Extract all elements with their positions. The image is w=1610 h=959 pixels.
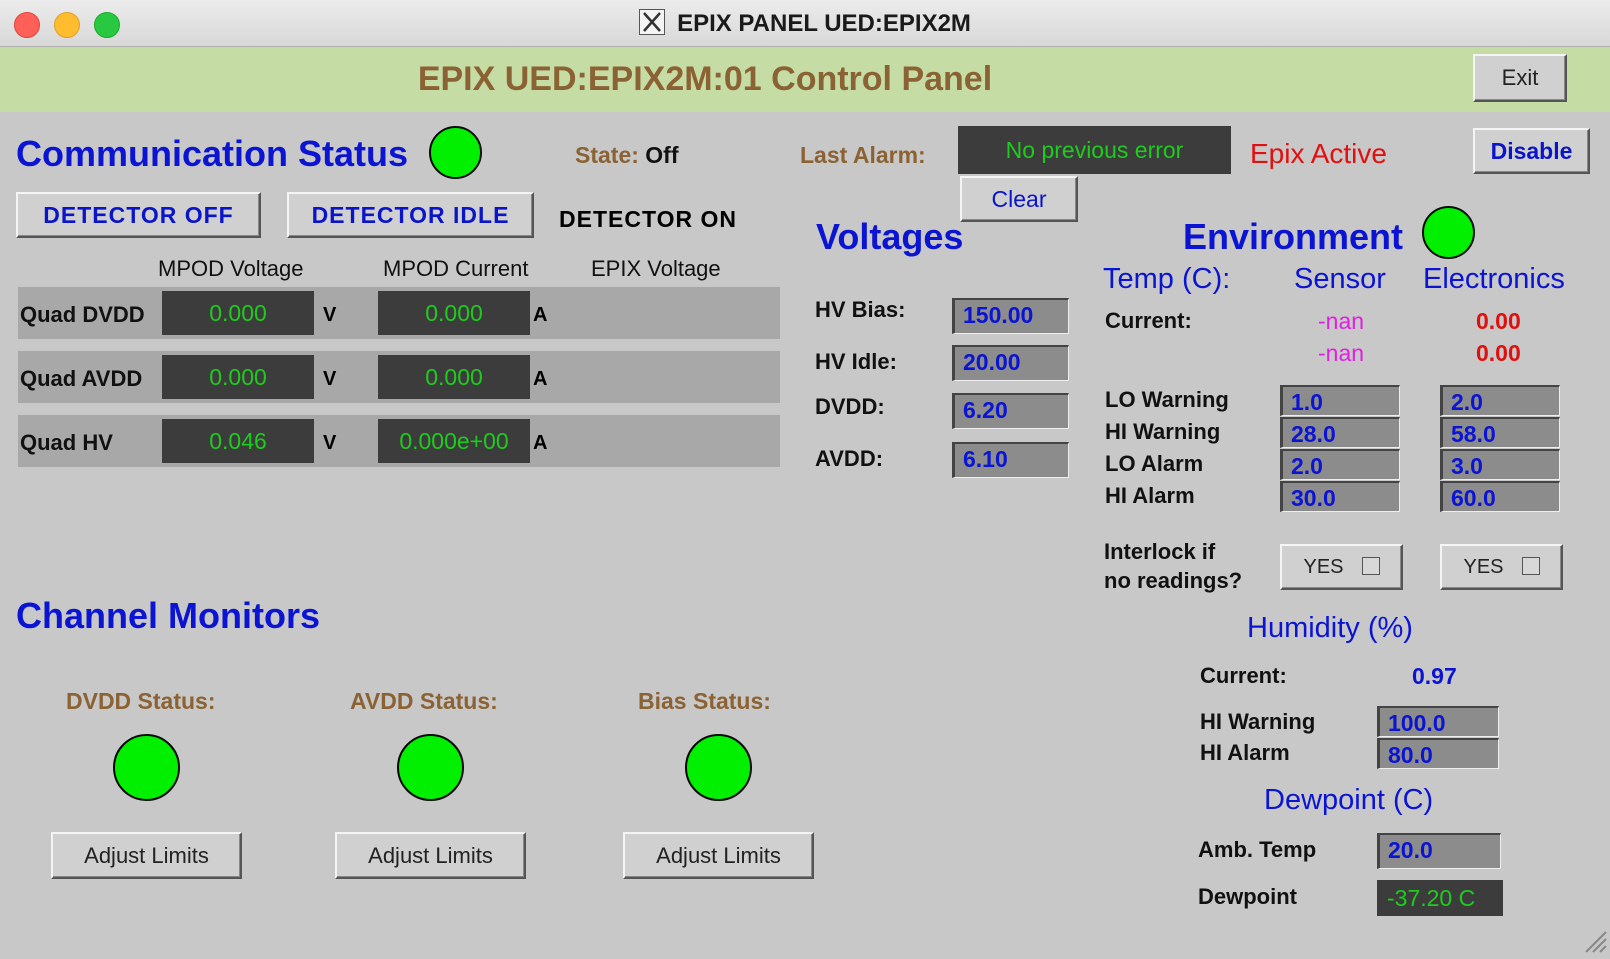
humidity-hi-alarm-label: HI Alarm	[1200, 740, 1290, 765]
bias-status-label: Bias Status:	[638, 688, 771, 714]
checkbox-icon	[1361, 557, 1380, 575]
dewpoint-readout: -37.20 C	[1377, 880, 1503, 916]
state-value: Off	[645, 142, 679, 168]
avdd-input[interactable]: 6.10	[952, 442, 1069, 478]
volt-unit: V	[323, 304, 337, 326]
amp-unit: A	[533, 432, 548, 454]
electronics-hi-warning-input[interactable]: 58.0	[1440, 417, 1560, 448]
bias-status-led	[685, 734, 752, 801]
amb-temp-label: Amb. Temp	[1198, 837, 1317, 862]
humidity-hi-alarm-input[interactable]: 80.0	[1377, 738, 1499, 769]
quad-hv-current-readout: 0.000e+00	[378, 419, 530, 463]
sensor-lo-alarm-input[interactable]: 2.0	[1280, 449, 1400, 480]
environment-status-led	[1422, 206, 1475, 259]
last-alarm-label: Last Alarm:	[800, 142, 926, 168]
dvdd-adjust-limits-button[interactable]: Adjust Limits	[51, 832, 242, 879]
quad-dvdd-voltage-readout: 0.000	[162, 291, 314, 335]
quad-avdd-voltage-readout: 0.000	[162, 355, 314, 399]
avdd-status-label: AVDD Status:	[350, 688, 498, 714]
lo-alarm-label: LO Alarm	[1105, 451, 1204, 476]
hv-idle-label: HV Idle:	[815, 349, 897, 374]
header-mpod-current: MPOD Current	[383, 256, 529, 281]
humidity-hi-warning-label: HI Warning	[1200, 709, 1316, 734]
epix-active-status: Epix Active	[1250, 138, 1387, 169]
header-epix-voltage: EPIX Voltage	[591, 256, 721, 281]
avdd-label: AVDD:	[815, 446, 884, 471]
electronics-lo-alarm-input[interactable]: 3.0	[1440, 449, 1560, 480]
checkbox-icon	[1521, 557, 1540, 575]
dvdd-label: DVDD:	[815, 394, 885, 419]
x11-icon	[639, 9, 666, 35]
channel-monitors-heading: Channel Monitors	[16, 595, 320, 636]
sensor-current-2: -nan	[1318, 340, 1365, 366]
sensor-hi-alarm-input[interactable]: 30.0	[1280, 481, 1400, 512]
sensor-lo-warning-input[interactable]: 1.0	[1280, 385, 1400, 416]
hv-bias-input[interactable]: 150.00	[952, 298, 1069, 334]
state-label-text: State:	[575, 142, 639, 168]
current-temp-label: Current:	[1105, 308, 1192, 333]
last-alarm-readout: No previous error	[958, 126, 1231, 174]
humidity-current-label: Current:	[1200, 663, 1287, 688]
amp-unit: A	[533, 304, 548, 326]
quad-avdd-current-readout: 0.000	[378, 355, 530, 399]
electronics-column-header: Electronics	[1423, 263, 1565, 295]
temp-label: Temp (C):	[1103, 263, 1231, 295]
dvdd-status-label: DVDD Status:	[66, 688, 216, 714]
bias-adjust-limits-button[interactable]: Adjust Limits	[623, 832, 814, 879]
electronics-interlock-label: YES	[1463, 556, 1504, 578]
electronics-hi-alarm-input[interactable]: 60.0	[1440, 481, 1560, 512]
row-label-quad-dvdd: Quad DVDD	[20, 302, 145, 327]
header-mpod-voltage: MPOD Voltage	[158, 256, 304, 281]
quad-hv-voltage-readout: 0.046	[162, 419, 314, 463]
amb-temp-input[interactable]: 20.0	[1377, 833, 1501, 869]
environment-heading: Environment	[1183, 216, 1404, 257]
window-title: EPIX PANEL UED:EPIX2M	[0, 0, 1610, 46]
avdd-status-led	[397, 734, 464, 801]
communication-status-heading: Communication Status	[16, 133, 409, 174]
volt-unit: V	[323, 432, 337, 454]
row-label-quad-hv: Quad HV	[20, 430, 113, 455]
hv-bias-label: HV Bias:	[815, 297, 906, 322]
interlock-label-line1: Interlock if	[1104, 539, 1216, 564]
sensor-column-header: Sensor	[1294, 263, 1386, 295]
window-title-text: EPIX PANEL UED:EPIX2M	[677, 10, 971, 37]
electronics-current-2: 0.00	[1476, 340, 1521, 366]
clear-alarm-button[interactable]: Clear	[960, 176, 1078, 222]
humidity-heading: Humidity (%)	[1247, 612, 1413, 644]
amp-unit: A	[533, 368, 548, 390]
dewpoint-heading: Dewpoint (C)	[1264, 784, 1434, 816]
sensor-current-1: -nan	[1318, 308, 1365, 334]
detector-off-button[interactable]: DETECTOR OFF	[16, 192, 261, 238]
communication-status-led	[429, 126, 482, 179]
sensor-interlock-toggle[interactable]: YES	[1280, 544, 1403, 590]
exit-button[interactable]: Exit	[1473, 54, 1567, 102]
state-label: State: Off	[575, 142, 679, 169]
panel-title: EPIX UED:EPIX2M:01 Control Panel	[417, 60, 993, 98]
lo-warning-label: LO Warning	[1105, 387, 1229, 412]
sensor-hi-warning-input[interactable]: 28.0	[1280, 417, 1400, 448]
dewpoint-label: Dewpoint	[1198, 884, 1297, 909]
quad-dvdd-current-readout: 0.000	[378, 291, 530, 335]
electronics-lo-warning-input[interactable]: 2.0	[1440, 385, 1560, 416]
electronics-interlock-toggle[interactable]: YES	[1440, 544, 1563, 590]
humidity-current-value: 0.97	[1412, 663, 1457, 689]
detector-idle-button[interactable]: DETECTOR IDLE	[287, 192, 534, 238]
interlock-label-line2: no readings?	[1104, 568, 1243, 593]
sensor-interlock-label: YES	[1303, 556, 1344, 578]
resize-grip-icon[interactable]	[1578, 924, 1608, 954]
dvdd-status-led	[113, 734, 180, 801]
electronics-current-1: 0.00	[1476, 308, 1521, 334]
hi-warning-label: HI Warning	[1105, 419, 1221, 444]
hv-idle-input[interactable]: 20.00	[952, 345, 1069, 381]
disable-button[interactable]: Disable	[1473, 128, 1590, 174]
humidity-hi-warning-input[interactable]: 100.0	[1377, 706, 1499, 737]
dvdd-input[interactable]: 6.20	[952, 393, 1069, 429]
volt-unit: V	[323, 368, 337, 390]
detector-on-label: DETECTOR ON	[559, 206, 737, 232]
hi-alarm-label: HI Alarm	[1105, 483, 1195, 508]
row-label-quad-avdd: Quad AVDD	[20, 366, 143, 391]
voltages-heading: Voltages	[816, 216, 964, 257]
avdd-adjust-limits-button[interactable]: Adjust Limits	[335, 832, 526, 879]
